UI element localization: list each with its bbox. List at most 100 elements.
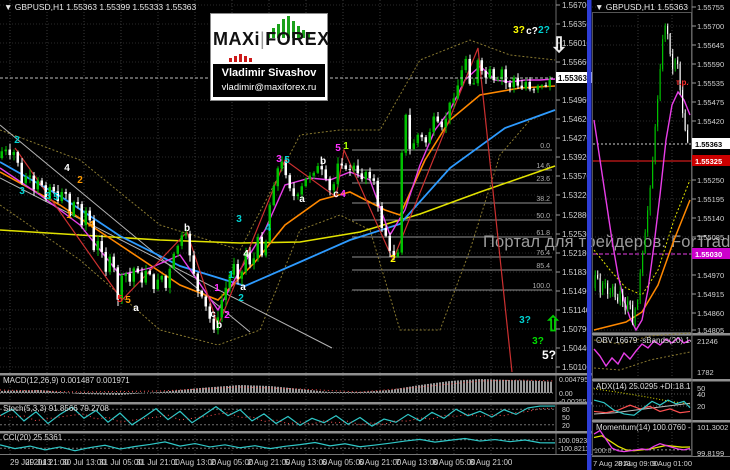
svg-text:2: 2 bbox=[77, 175, 83, 186]
chart-canvas[interactable]: 0.014.623.638.250.061.876.485.4100.01.56… bbox=[0, 0, 730, 470]
svg-text:5: 5 bbox=[53, 192, 59, 203]
right-panel-chart bbox=[593, 13, 693, 333]
svg-text:5?: 5? bbox=[542, 348, 556, 362]
svg-text:61.8: 61.8 bbox=[536, 230, 550, 237]
svg-text:3: 3 bbox=[236, 214, 242, 225]
svg-text:c: c bbox=[210, 309, 216, 320]
svg-text:1.54860: 1.54860 bbox=[697, 309, 724, 318]
svg-text:5: 5 bbox=[125, 295, 131, 306]
svg-text:50: 50 bbox=[562, 415, 570, 422]
logo-red-bars-icon bbox=[229, 54, 259, 62]
svg-text:3: 3 bbox=[45, 191, 51, 202]
logo-brand: MAXi|FOREX bbox=[213, 29, 325, 50]
svg-text:4: 4 bbox=[88, 220, 94, 231]
svg-text:c: c bbox=[333, 189, 339, 200]
svg-text:1.54915: 1.54915 bbox=[697, 290, 724, 299]
svg-text:5: 5 bbox=[284, 155, 290, 166]
svg-text:4: 4 bbox=[265, 223, 271, 234]
logo-owner-email: vladimir@maxiforex.ru bbox=[214, 82, 324, 93]
right-price-scale: 1.557551.557001.556451.555901.555351.554… bbox=[692, 0, 730, 458]
svg-text:100.0: 100.0 bbox=[532, 283, 550, 290]
svg-text:3?: 3? bbox=[532, 336, 544, 347]
svg-text:8 Aug 21:00: 8 Aug 21:00 bbox=[470, 458, 513, 467]
svg-text:1.55363: 1.55363 bbox=[695, 140, 722, 149]
svg-text:1: 1 bbox=[66, 210, 72, 221]
right-time-axis: 7 Aug 20138 Aug 09:009 Aug 01:00 bbox=[593, 459, 692, 468]
svg-text:40: 40 bbox=[697, 390, 705, 399]
svg-text:1.55475: 1.55475 bbox=[697, 98, 724, 107]
svg-text:2: 2 bbox=[390, 254, 396, 265]
svg-text:4: 4 bbox=[243, 249, 249, 260]
adx-indicator-label: ADX(14) 25.0295 +DI:18.1750 -DI:11.6407 bbox=[596, 382, 691, 391]
svg-text:1.54970: 1.54970 bbox=[697, 271, 724, 280]
svg-text:1.55030: 1.55030 bbox=[695, 250, 722, 259]
svg-text:4: 4 bbox=[340, 189, 346, 200]
svg-text:⇧: ⇧ bbox=[544, 313, 562, 336]
svg-text:1.55645: 1.55645 bbox=[697, 41, 724, 50]
right-chart-title: ▼ GBPUSD,H1 1.55363 1.55399 1.55333 1.55… bbox=[595, 2, 690, 12]
svg-text:a: a bbox=[299, 194, 305, 205]
svg-text:3?: 3? bbox=[513, 25, 525, 36]
svg-text:0.0: 0.0 bbox=[540, 143, 550, 150]
svg-text:2: 2 bbox=[224, 310, 230, 321]
svg-text:⇩: ⇩ bbox=[550, 34, 568, 57]
svg-text:1.55535: 1.55535 bbox=[697, 79, 724, 88]
svg-text:5: 5 bbox=[117, 294, 123, 305]
svg-text:c?: c? bbox=[526, 26, 538, 37]
svg-text:1.55085: 1.55085 bbox=[697, 233, 724, 242]
svg-text:b: b bbox=[216, 320, 222, 331]
svg-text:4: 4 bbox=[64, 163, 70, 174]
svg-text:80: 80 bbox=[562, 407, 570, 414]
logo-owner-name: Vladimir Sivashov bbox=[214, 67, 324, 79]
svg-text:3: 3 bbox=[276, 154, 282, 165]
svg-text:b: b bbox=[184, 223, 190, 234]
svg-text:3: 3 bbox=[19, 186, 25, 197]
svg-text:a: a bbox=[133, 303, 139, 314]
main-time-axis: 29 Jul 201329 Jul 21:0030 Jul 13:0031 Ju… bbox=[10, 458, 513, 467]
svg-text:23.6: 23.6 bbox=[536, 176, 550, 183]
svg-text:a: a bbox=[240, 282, 246, 293]
svg-text:2?: 2? bbox=[538, 25, 550, 36]
svg-text:9 Aug 01:00: 9 Aug 01:00 bbox=[652, 459, 692, 468]
svg-text:1.51140: 1.51140 bbox=[562, 306, 591, 315]
svg-text:1782: 1782 bbox=[697, 368, 714, 377]
logo-owner-block: Vladimir Sivashov vladimir@maxiforex.ru bbox=[213, 64, 325, 97]
cci-pane bbox=[0, 439, 555, 451]
svg-text:76.4: 76.4 bbox=[536, 250, 550, 257]
trade-note-label: т.р. bbox=[676, 78, 689, 87]
svg-text:20: 20 bbox=[697, 402, 705, 411]
momentum-indicator-label: Momentum(14) 100.0760 -sMA(5) 100.1599 bbox=[596, 423, 691, 432]
svg-text:1.55590: 1.55590 bbox=[697, 60, 724, 69]
svg-text:1.55325: 1.55325 bbox=[695, 157, 722, 166]
svg-text:1.55140: 1.55140 bbox=[697, 214, 724, 223]
svg-text:0.004795: 0.004795 bbox=[559, 377, 588, 384]
stoch-indicator-label: Stoch(5,3,3) 91.8566 79.2708 bbox=[3, 404, 109, 413]
app-window: Портал для трейдеров: ForTrader.ru 0.014… bbox=[0, 0, 730, 470]
svg-text:99.8199: 99.8199 bbox=[697, 449, 724, 458]
svg-text:3?: 3? bbox=[519, 315, 531, 326]
svg-text:101.3002: 101.3002 bbox=[697, 423, 728, 432]
svg-text:5: 5 bbox=[335, 143, 341, 154]
svg-text:100.0923: 100.0923 bbox=[558, 438, 587, 445]
cci-indicator-label: CCI(20) 25.5361 bbox=[3, 433, 62, 442]
svg-text:50.0: 50.0 bbox=[536, 213, 550, 220]
svg-text:1.55363: 1.55363 bbox=[558, 74, 587, 83]
svg-text:b: b bbox=[320, 156, 326, 167]
svg-text:1.55420: 1.55420 bbox=[697, 117, 724, 126]
macd-indicator-label: MACD(12,26,9) 0.001487 0.001971 bbox=[3, 376, 130, 385]
svg-text:21246: 21246 bbox=[697, 337, 718, 346]
svg-text:1: 1 bbox=[214, 283, 220, 294]
obv-indicator-label: OBV 16679 -sBands(20) 14119 bbox=[596, 336, 691, 345]
svg-text:1.55755: 1.55755 bbox=[697, 3, 724, 12]
svg-text:100.0: 100.0 bbox=[594, 448, 612, 455]
logo-brand-forex: FOREX bbox=[265, 29, 330, 49]
svg-text:-100.8211: -100.8211 bbox=[558, 446, 589, 453]
svg-text:2: 2 bbox=[238, 293, 244, 304]
svg-text:1.55195: 1.55195 bbox=[697, 195, 724, 204]
svg-text:2: 2 bbox=[14, 135, 20, 146]
svg-text:38.2: 38.2 bbox=[536, 196, 550, 203]
maxiforex-logo: MAXi|FOREX Vladimir Sivashov vladimir@ma… bbox=[210, 13, 328, 101]
main-chart-title: ▼ GBPUSD,H1 1.55363 1.55399 1.55333 1.55… bbox=[4, 2, 304, 12]
svg-text:85.4: 85.4 bbox=[536, 263, 550, 270]
svg-text:1.55250: 1.55250 bbox=[697, 176, 724, 185]
